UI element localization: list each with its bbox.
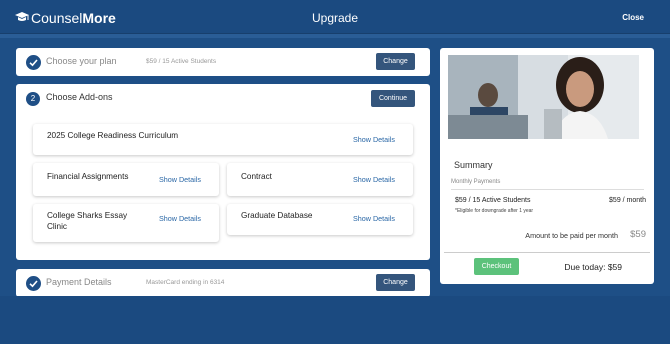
student-photo (448, 55, 639, 139)
change-plan-button[interactable]: Change (376, 53, 415, 70)
addon-card: Graduate Database Show Details (227, 204, 413, 235)
show-details-link[interactable]: Show Details (353, 175, 395, 184)
step-payment-details: Payment Details MasterCard ending in 631… (16, 269, 430, 297)
amount-value: $59 (630, 229, 646, 240)
summary-plan-price: $59 / month (609, 197, 646, 204)
divider (444, 252, 650, 253)
step-label: Payment Details (46, 277, 112, 287)
header-divider (0, 34, 670, 38)
continue-button[interactable]: Continue (371, 90, 415, 107)
step-label: Choose your plan (46, 56, 117, 66)
addon-name: 2025 College Readiness Curriculum (47, 131, 179, 140)
summary-plan: $59 / 15 Active Students (455, 197, 531, 204)
step-number-badge: 2 (26, 92, 40, 106)
addon-name: Financial Assignments (47, 172, 129, 181)
step-choose-plan: Choose your plan $59 / 15 Active Student… (16, 48, 430, 76)
modal-footer-area (0, 296, 670, 344)
checkout-button[interactable]: Checkout (474, 258, 519, 275)
show-details-link[interactable]: Show Details (353, 135, 395, 144)
divider (451, 189, 644, 190)
summary-title: Summary (454, 160, 493, 170)
payment-summary-text: MasterCard ending in 6314 (146, 279, 225, 286)
addon-name: Contract (241, 172, 272, 181)
summary-panel: Summary Monthly Payments $59 / 15 Active… (440, 48, 654, 284)
show-details-link[interactable]: Show Details (159, 214, 201, 223)
step-label: Choose Add-ons (46, 92, 113, 102)
due-today: Due today: $59 (564, 262, 622, 272)
change-payment-button[interactable]: Change (376, 274, 415, 291)
addon-card: Financial Assignments Show Details (33, 163, 219, 196)
addon-name: College Sharks Essay Clinic (47, 211, 128, 231)
check-icon (26, 55, 41, 70)
show-details-link[interactable]: Show Details (159, 175, 201, 184)
show-details-link[interactable]: Show Details (353, 214, 395, 223)
check-icon (26, 276, 41, 291)
header-bar: Counsel More Upgrade Close (0, 0, 670, 34)
step-choose-addons: 2 Choose Add-ons Continue 2025 College R… (16, 84, 430, 260)
addon-card: Contract Show Details (227, 163, 413, 196)
addon-card: College Sharks Essay Clinic Show Details (33, 204, 219, 242)
close-button[interactable]: Close (622, 13, 644, 22)
amount-label: Amount to be paid per month (525, 231, 618, 240)
downgrade-note: *Eligible for downgrade after 1 year (455, 208, 534, 214)
monthly-payments-label: Monthly Payments (451, 179, 501, 185)
addon-name: Graduate Database (241, 211, 313, 220)
page-title: Upgrade (311, 11, 359, 25)
plan-summary-text: $59 / 15 Active Students (146, 58, 217, 65)
addon-card: 2025 College Readiness Curriculum Show D… (33, 124, 413, 155)
